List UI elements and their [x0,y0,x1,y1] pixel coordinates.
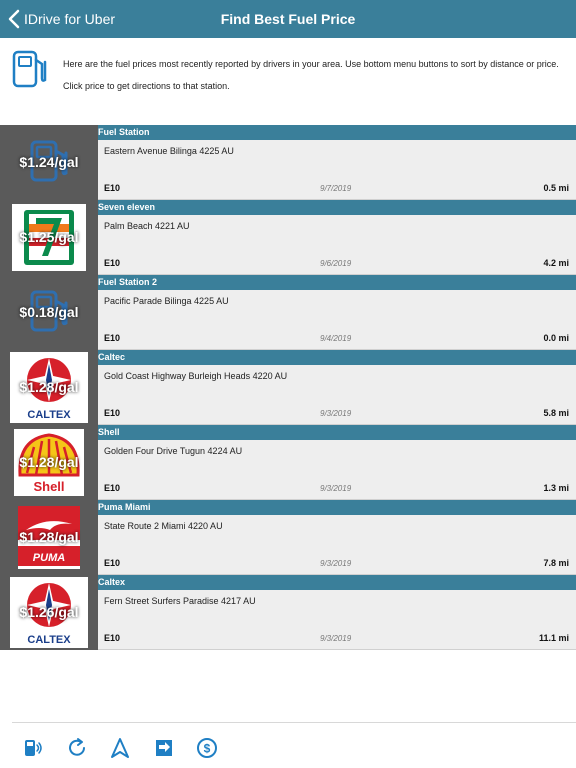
fuel-type: E10 [104,633,121,643]
info-header: Here are the fuel prices most recently r… [0,38,576,126]
station-address: Palm Beach 4221 AU [104,221,190,231]
station-details[interactable]: Pacific Parade Bilinga 4225 AU E10 9/4/2… [98,290,576,350]
price-button[interactable]: $1.26/gal [0,575,98,650]
station-name: Puma Miami [98,500,576,515]
station-distance: 0.5 mi [543,183,569,193]
report-price-button[interactable] [22,737,44,759]
fuel-type: E10 [104,333,121,343]
fuel-type: E10 [104,558,121,568]
station-thumbnail[interactable]: $1.24/gal [0,125,98,200]
station-details[interactable]: Fern Street Surfers Paradise 4217 AU E10… [98,590,576,650]
station-details[interactable]: Gold Coast Highway Burleigh Heads 4220 A… [98,365,576,425]
station-distance: 1.3 mi [543,483,569,493]
station-row: CALTEX $1.28/gal Caltec Gold Coast Highw… [0,350,576,425]
info-text: Here are the fuel prices most recently r… [63,59,563,103]
sort-distance-icon [156,740,172,756]
station-list: $1.24/gal Fuel Station Eastern Avenue Bi… [0,125,576,650]
station-row: $0.18/gal Fuel Station 2 Pacific Parade … [0,275,576,350]
report-date: 9/3/2019 [320,409,352,418]
station-distance: 11.1 mi [538,633,569,643]
station-thumbnail[interactable]: $1.25/gal [0,200,98,275]
station-name: Fuel Station 2 [98,275,576,290]
report-date: 9/3/2019 [320,559,352,568]
report-date: 9/4/2019 [320,334,352,343]
station-address: Fern Street Surfers Paradise 4217 AU [104,596,256,606]
station-thumbnail[interactable]: PUMA $1.28/gal [0,500,98,575]
back-button-label: IDrive for Uber [24,11,116,27]
info-instructions: Here are the fuel prices most recently r… [63,59,559,69]
station-row: PUMA $1.28/gal Puma Miami State Route 2 … [0,500,576,575]
refresh-icon [69,738,85,756]
station-address: Golden Four Drive Tugun 4224 AU [104,446,243,456]
station-thumbnail[interactable]: $0.18/gal [0,275,98,350]
price-button[interactable]: $1.28/gal [0,350,98,425]
fuel-type: E10 [104,258,121,268]
station-row: Shell $1.28/gal Shell Golden Four Drive … [0,425,576,500]
station-address: Pacific Parade Bilinga 4225 AU [104,296,229,306]
price-button[interactable]: $1.28/gal [0,500,98,575]
sort-distance-button[interactable] [153,737,175,759]
station-row: $1.24/gal Fuel Station Eastern Avenue Bi… [0,125,576,200]
report-date: 9/7/2019 [320,184,352,193]
station-thumbnail[interactable]: CALTEX $1.26/gal [0,575,98,650]
refresh-button[interactable] [66,737,88,759]
station-thumbnail[interactable]: Shell $1.28/gal [0,425,98,500]
station-row: CALTEX $1.26/gal Caltex Fern Street Surf… [0,575,576,650]
station-address: Eastern Avenue Bilinga 4225 AU [104,146,234,156]
chevron-left-icon [8,9,20,29]
fuel-type: E10 [104,408,121,418]
fuel-type: E10 [104,483,121,493]
back-button[interactable]: IDrive for Uber [8,0,115,38]
station-details[interactable]: Palm Beach 4221 AU E10 9/6/2019 4.2 mi [98,215,576,275]
navigate-button[interactable] [109,737,131,759]
station-distance: 4.2 mi [543,258,569,268]
info-hint: Click price to get directions to that st… [63,81,230,91]
station-name: Caltec [98,350,576,365]
page-title: Find Best Fuel Price [220,11,356,27]
station-distance: 7.8 mi [543,558,569,568]
price-button[interactable]: $0.18/gal [0,275,98,350]
price-button[interactable]: $1.28/gal [0,425,98,500]
price-button[interactable]: $1.25/gal [0,200,98,275]
station-name: Fuel Station [98,125,576,140]
station-distance: 0.0 mi [543,333,569,343]
station-row: $1.25/gal Seven eleven Palm Beach 4221 A… [0,200,576,275]
station-address: State Route 2 Miami 4220 AU [104,521,223,531]
station-details[interactable]: State Route 2 Miami 4220 AU E10 9/3/2019… [98,515,576,575]
svg-text:$: $ [204,742,211,756]
sort-price-icon: $ [197,738,217,758]
report-date: 9/3/2019 [320,484,352,493]
nav-bar: IDrive for Uber Find Best Fuel Price [0,0,576,38]
station-distance: 5.8 mi [543,408,569,418]
price-button[interactable]: $1.24/gal [0,125,98,200]
station-thumbnail[interactable]: CALTEX $1.28/gal [0,350,98,425]
station-name: Seven eleven [98,200,576,215]
station-details[interactable]: Eastern Avenue Bilinga 4225 AU E10 9/7/2… [98,140,576,200]
report-date: 9/6/2019 [320,259,352,268]
sort-price-button[interactable]: $ [196,737,218,759]
fuel-pump-icon [12,50,47,88]
fuel-type: E10 [104,183,121,193]
navigate-icon [111,738,129,758]
station-name: Caltex [98,575,576,590]
bottom-toolbar: $ [12,722,576,768]
report-date: 9/3/2019 [320,634,352,643]
station-address: Gold Coast Highway Burleigh Heads 4220 A… [104,371,288,381]
report-price-icon [25,740,42,756]
station-details[interactable]: Golden Four Drive Tugun 4224 AU E10 9/3/… [98,440,576,500]
station-name: Shell [98,425,576,440]
